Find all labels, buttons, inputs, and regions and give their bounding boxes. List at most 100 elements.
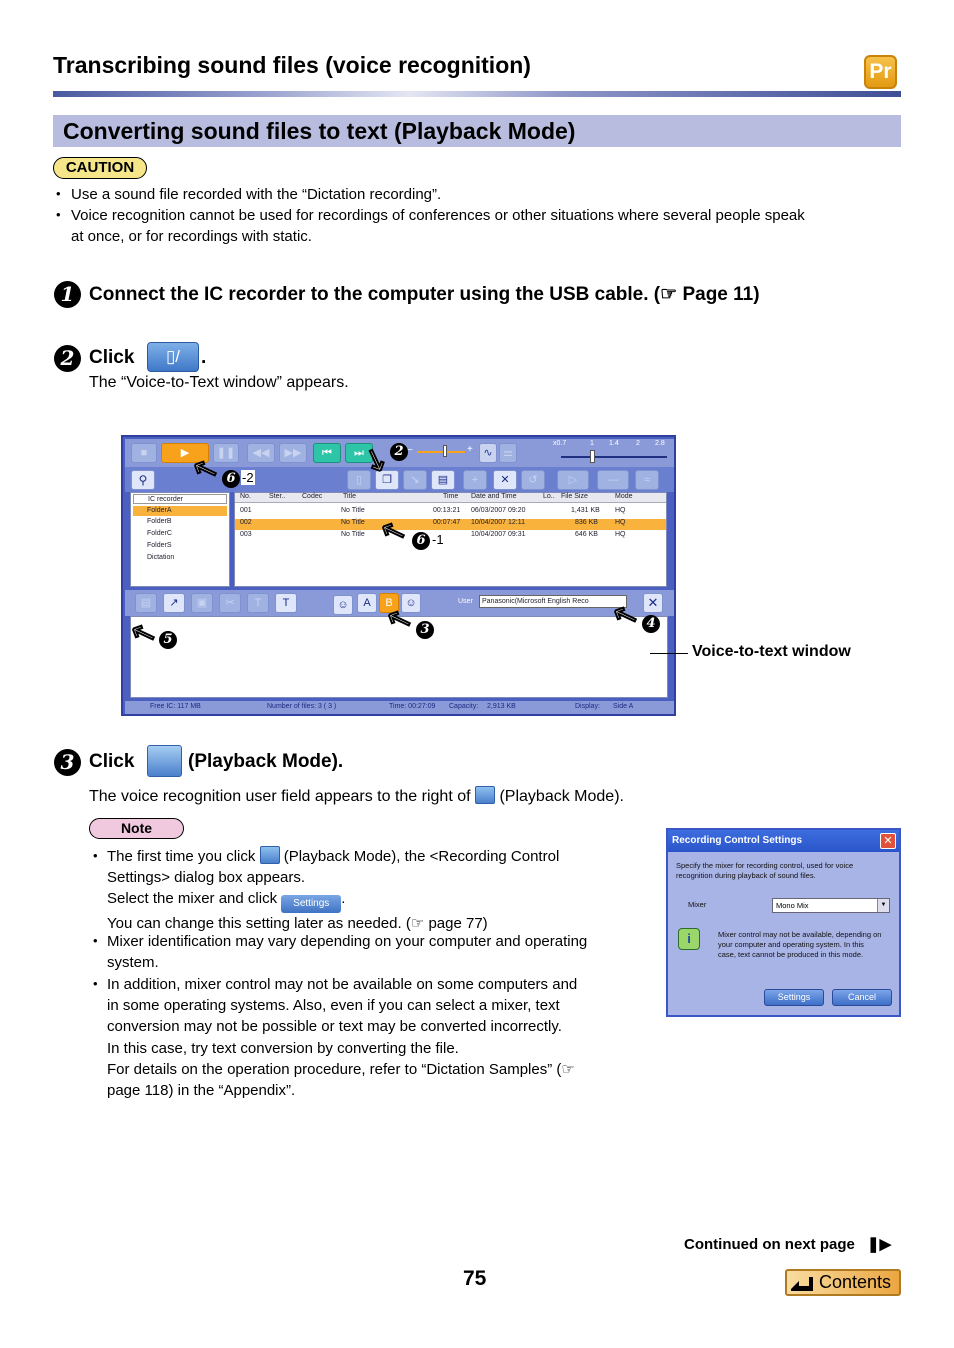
font-button[interactable]: T xyxy=(247,593,269,613)
cut-button[interactable]: ✂ xyxy=(219,593,241,613)
dialog-text: Mixer control may not be available, depe… xyxy=(718,930,882,939)
note-text: Select the mixer and click xyxy=(107,890,278,908)
dictation-mode-button[interactable]: ☺ xyxy=(333,595,353,615)
previous-button[interactable]: ⏮ xyxy=(313,443,341,463)
status-bar: Free IC: 117 MB Number of files: 3 ( 3 )… xyxy=(125,701,674,714)
folder-item[interactable]: FolderC xyxy=(133,530,172,537)
noise-cancel-button[interactable]: ∿ xyxy=(479,443,497,463)
step-3-click-label: Click xyxy=(89,751,135,772)
chevron-down-icon[interactable]: ▼ xyxy=(877,899,889,912)
caution-badge: CAUTION xyxy=(53,157,147,179)
speed-tick: 1.4 xyxy=(609,440,619,447)
folder-item[interactable]: Dictation xyxy=(133,554,174,561)
voice-to-text-window-label: Voice-to-text window xyxy=(692,643,851,660)
volume-slider-thumb[interactable] xyxy=(443,445,447,457)
bullet-icon: • xyxy=(93,933,98,948)
speed-slider-thumb[interactable] xyxy=(590,450,595,463)
recording-control-settings-dialog: Recording Control Settings ✕ Specify the… xyxy=(666,828,901,1017)
callout-2: 2 xyxy=(390,443,408,461)
note-text: For details on the operation procedure, … xyxy=(107,1060,575,1078)
mixer-value: Mono Mix xyxy=(776,901,809,910)
step-number-1: 1 xyxy=(54,281,81,308)
file-title: No Title xyxy=(341,531,365,538)
volume-slider[interactable] xyxy=(417,451,465,453)
note-text: . xyxy=(341,890,346,908)
speed-slider[interactable] xyxy=(561,456,667,458)
pause-button[interactable]: ❚❚ xyxy=(213,443,239,463)
note-item-2: Mixer identification may vary depending … xyxy=(107,931,647,973)
callout-6-2-suffix: -2 xyxy=(241,470,255,485)
voice-sync-button[interactable]: ⚌ xyxy=(499,443,517,463)
step-3-description: The voice recognition user field appears… xyxy=(89,786,624,806)
folder-item[interactable]: FolderB xyxy=(133,518,172,525)
search-button[interactable]: ⚲ xyxy=(131,470,155,490)
next-page-icon[interactable]: ❚▶ xyxy=(867,1236,891,1253)
move-button[interactable]: ↘ xyxy=(403,470,427,490)
note-text: In addition, mixer control may not be av… xyxy=(107,976,578,993)
dialog-cancel-button[interactable]: Cancel xyxy=(832,989,892,1006)
open-button[interactable]: ↗ xyxy=(163,593,185,613)
column-header[interactable]: Ster.. xyxy=(269,493,285,500)
file-title: No Title xyxy=(341,519,365,526)
stop-button[interactable]: ■ xyxy=(131,443,157,463)
close-text-button[interactable]: ✕ xyxy=(643,593,663,613)
split-button[interactable]: ▷ xyxy=(557,470,589,490)
column-header[interactable]: Title xyxy=(343,493,356,500)
properties-button[interactable]: ▤ xyxy=(431,470,455,490)
column-header[interactable]: File Size xyxy=(561,493,588,500)
contents-label: Contents xyxy=(819,1272,892,1292)
step-2-description: The “Voice-to-Text window” appears. xyxy=(89,374,349,391)
contents-button[interactable]: Contents xyxy=(785,1269,901,1296)
section-title: Converting sound files to text (Playback… xyxy=(63,118,576,144)
file-row-selected[interactable]: 002 No Title 00:07:47 10/04/2007 12:11 8… xyxy=(235,519,666,530)
continued-next-page[interactable]: Continued on next page ❚▶ xyxy=(684,1235,891,1253)
column-header[interactable]: Lo.. xyxy=(543,493,555,500)
step-3-suffix: (Playback Mode). xyxy=(188,751,344,772)
folder-item[interactable]: FolderS xyxy=(133,542,172,549)
dialog-close-button[interactable]: ✕ xyxy=(880,833,896,849)
dialog-title: Recording Control Settings xyxy=(668,830,899,852)
delete-button[interactable]: ✕ xyxy=(493,470,517,490)
index-button[interactable]: — xyxy=(597,470,629,490)
save-button[interactable]: ▣ xyxy=(191,593,213,613)
column-header[interactable]: Codec xyxy=(302,493,322,500)
column-header[interactable]: Mode xyxy=(615,493,633,500)
voice-to-text-button-icon: ▯/ xyxy=(147,342,199,372)
fast-forward-button[interactable]: ▶▶ xyxy=(279,443,307,463)
column-header[interactable]: Date and Time xyxy=(471,493,517,500)
dialog-settings-button[interactable]: Settings xyxy=(764,989,824,1006)
callout-6: 6 xyxy=(412,532,430,550)
status-files: Number of files: 3 ( 3 ) xyxy=(267,703,337,710)
settings-button-icon: Settings xyxy=(281,895,342,914)
rewind-button[interactable]: ◀◀ xyxy=(247,443,275,463)
file-mode-button[interactable]: A xyxy=(357,593,377,613)
caution-item: Voice recognition cannot be used for rec… xyxy=(71,207,805,224)
column-header[interactable]: Time xyxy=(443,493,458,500)
folder-item[interactable]: FolderA xyxy=(133,506,227,516)
user-select[interactable]: Panasonic(Microsoft English Reco xyxy=(479,595,627,608)
column-header[interactable]: No. xyxy=(240,493,251,500)
page-ref-icon: ☞ xyxy=(660,284,678,305)
device-select[interactable]: IC recorder xyxy=(133,494,227,504)
page-ref-link[interactable]: Page 11) xyxy=(677,284,759,305)
step-1-label: Connect the IC recorder to the computer … xyxy=(89,284,661,305)
user-label: User xyxy=(458,598,473,605)
speed-tick: 2 xyxy=(636,440,640,447)
mixer-select[interactable]: Mono Mix ▼ xyxy=(772,898,890,913)
file-no: 002 xyxy=(240,519,252,526)
tool-button[interactable]: ≈ xyxy=(635,470,659,490)
undo-button[interactable]: ↺ xyxy=(521,470,545,490)
file-size: 646 KB xyxy=(575,531,598,538)
return-arrow-icon xyxy=(791,1277,813,1291)
dialog-info-text: Mixer control may not be available, depe… xyxy=(718,930,881,960)
text-format-button[interactable]: T xyxy=(275,593,297,613)
new-folder-button[interactable]: + xyxy=(463,470,487,490)
file-row[interactable]: 001 No Title 00:13:21 06/03/2007 09:20 1… xyxy=(235,507,666,518)
file-row[interactable]: 003 No Title 10/04/2007 09:31 646 KB HQ xyxy=(235,531,666,542)
text-file-button[interactable]: ▤ xyxy=(135,593,157,613)
caution-item: Use a sound file recorded with the “Dict… xyxy=(71,186,442,203)
file-date: 10/04/2007 09:31 xyxy=(471,531,526,538)
step-number-2: 2 xyxy=(54,345,81,372)
playback-mode-icon xyxy=(147,745,182,777)
title-divider xyxy=(53,91,901,97)
